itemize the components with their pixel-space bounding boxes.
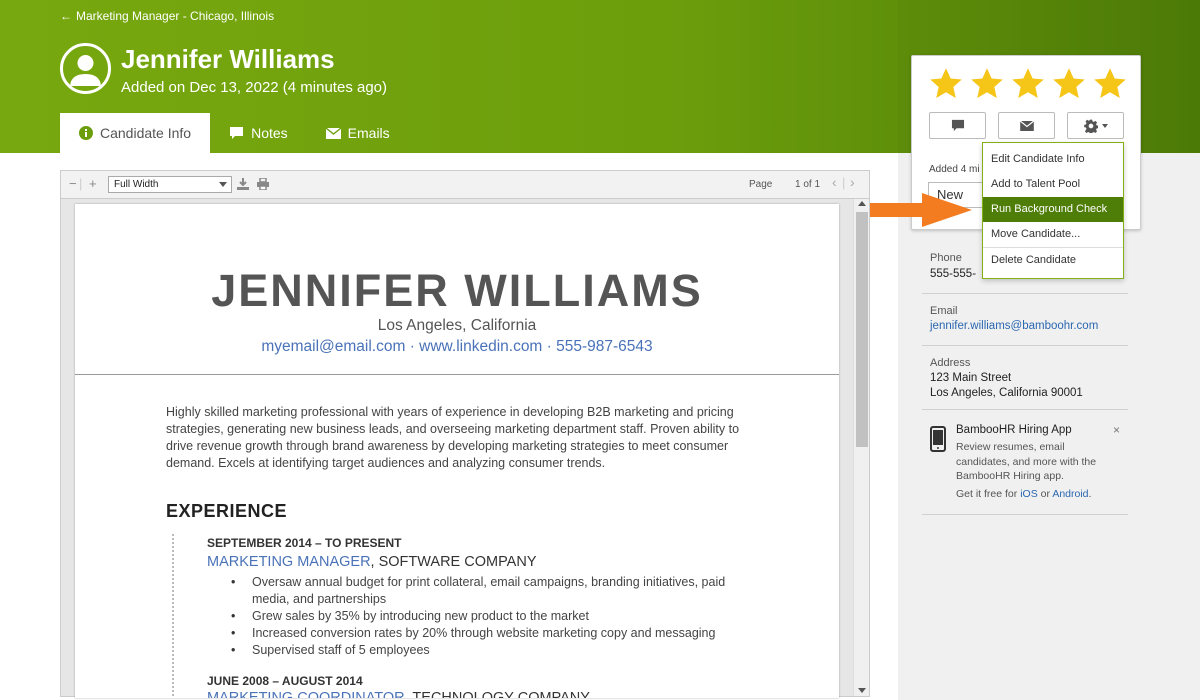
menu-add-to-talent-pool[interactable]: Add to Talent Pool: [983, 172, 1123, 197]
job-bullets: Oversaw annual budget for print collater…: [231, 574, 741, 659]
resume-name: JENNIFER WILLIAMS: [211, 265, 703, 316]
resume-divider: [75, 374, 839, 375]
address-label: Address: [930, 357, 971, 369]
tab-bar: Candidate Info Notes Emails: [60, 113, 409, 153]
list-item: Increased conversion rates by 20% throug…: [231, 625, 741, 642]
menu-edit-candidate-info[interactable]: Edit Candidate Info: [983, 147, 1123, 172]
job-company: , SOFTWARE COMPANY: [370, 554, 537, 570]
divider: [922, 293, 1128, 294]
zoom-out-icon[interactable]: −: [69, 177, 77, 190]
divider: [922, 409, 1128, 410]
resume-summary: Highly skilled marketing professional wi…: [166, 405, 740, 470]
settings-menu-button[interactable]: [1067, 112, 1124, 139]
address-line2: Los Angeles, California 90001: [930, 387, 1083, 399]
job-role: MARKETING COORDINATOR, TECHNOLOGY COMPAN…: [207, 690, 590, 698]
added-on: Added on Dec 13, 2022 (4 minutes ago): [121, 79, 388, 96]
menu-run-background-check[interactable]: Run Background Check: [983, 197, 1123, 222]
job-company: , TECHNOLOGY COMPANY: [404, 690, 590, 698]
email-label: Email: [930, 305, 958, 317]
scrollbar-thumb[interactable]: [856, 212, 868, 447]
star-icon[interactable]: [1051, 66, 1087, 102]
menu-delete-candidate[interactable]: Delete Candidate: [983, 248, 1123, 273]
star-icon[interactable]: [969, 66, 1005, 102]
promo-get-prefix: Get it free for: [956, 488, 1018, 500]
zoom-value: Full Width: [114, 179, 159, 190]
job-role: MARKETING MANAGER, SOFTWARE COMPANY: [207, 554, 537, 570]
send-email-button[interactable]: [998, 112, 1055, 139]
tab-emails[interactable]: Emails: [307, 113, 409, 153]
candidate-name: Jennifer Williams: [121, 44, 335, 74]
resume-contact: myemail@email.com · www.linkedin.com · 5…: [261, 338, 653, 355]
tab-label: Emails: [347, 125, 390, 141]
list-item: Oversaw annual budget for print collater…: [231, 574, 741, 608]
zoom-in-icon[interactable]: +: [89, 177, 97, 190]
tab-candidate-info[interactable]: Candidate Info: [60, 113, 211, 153]
tab-label: Candidate Info: [100, 125, 192, 141]
promo-get-line: Get it free for iOS or Android.: [956, 488, 1091, 500]
star-rating: [928, 66, 1128, 102]
promo-or: or: [1040, 488, 1050, 500]
email-link[interactable]: jennifer.williams@bamboohr.com: [930, 320, 1098, 332]
vertical-scrollbar[interactable]: [853, 199, 869, 696]
envelope-icon: [325, 127, 341, 139]
scroll-down-icon[interactable]: [858, 688, 866, 693]
toolbar-divider: |: [79, 176, 83, 191]
star-icon[interactable]: [1010, 66, 1046, 102]
timeline-line: [172, 534, 174, 698]
print-icon[interactable]: [257, 178, 269, 190]
close-icon[interactable]: ×: [1113, 423, 1120, 437]
job-title: MARKETING MANAGER: [207, 554, 371, 570]
divider: [922, 514, 1128, 515]
tab-notes[interactable]: Notes: [210, 113, 307, 153]
job-dates: SEPTEMBER 2014 – TO PRESENT: [207, 536, 402, 550]
speech-bubble-icon: [229, 126, 244, 140]
prev-page-icon[interactable]: ‹: [832, 175, 837, 189]
settings-dropdown-menu: Edit Candidate Info Add to Talent Pool R…: [982, 142, 1124, 279]
divider: [922, 345, 1128, 346]
resume-viewer: − | + Full Width Page 1 of 1 ‹ | › JENNI…: [60, 170, 870, 698]
phone-label: Phone: [930, 252, 962, 264]
download-icon[interactable]: [237, 178, 249, 190]
mobile-phone-icon: [930, 426, 946, 452]
android-link[interactable]: Android: [1052, 488, 1088, 500]
promo-description: Review resumes, email candidates, and mo…: [956, 441, 1097, 482]
back-link-label: Marketing Manager - Chicago, Illinois: [76, 9, 275, 23]
menu-move-candidate[interactable]: Move Candidate...: [983, 222, 1123, 247]
envelope-icon: [1019, 120, 1034, 131]
resume-location: Los Angeles, California: [377, 317, 537, 334]
back-to-job-link[interactable]: ← Marketing Manager - Chicago, Illinois: [60, 9, 274, 23]
phone-value: 555-555-: [930, 268, 977, 280]
star-icon[interactable]: [928, 66, 964, 102]
toolbar-divider: |: [842, 175, 846, 190]
promo-period: .: [1088, 488, 1092, 500]
added-small-text: Added 4 mi: [929, 164, 980, 175]
ios-link[interactable]: iOS: [1020, 488, 1038, 500]
chevron-down-icon: [219, 182, 227, 187]
job-dates: JUNE 2008 – AUGUST 2014: [207, 674, 363, 688]
list-item: Supervised staff of 5 employees: [231, 642, 741, 659]
scroll-up-icon[interactable]: [858, 201, 866, 206]
person-icon: [70, 55, 101, 86]
star-icon[interactable]: [1092, 66, 1128, 102]
speech-bubble-icon: [951, 119, 964, 132]
resume-page: JENNIFER WILLIAMS Los Angeles, Californi…: [75, 204, 839, 698]
page-label: Page: [749, 179, 773, 190]
promo-title: BambooHR Hiring App: [956, 424, 1072, 436]
info-icon: [79, 126, 93, 140]
next-page-icon[interactable]: ›: [850, 175, 855, 189]
viewer-toolbar: − | + Full Width Page 1 of 1 ‹ | ›: [61, 171, 869, 199]
caret-down-icon: [1101, 123, 1108, 128]
pointer-arrow-icon: [867, 193, 972, 227]
job-title: MARKETING COORDINATOR: [207, 690, 405, 698]
add-note-button[interactable]: [929, 112, 986, 139]
gear-icon: [1083, 119, 1098, 133]
tab-label: Notes: [251, 125, 288, 141]
back-arrow-icon: ←: [60, 9, 72, 23]
address-line1: 123 Main Street: [930, 372, 1012, 384]
avatar: [60, 43, 111, 94]
experience-heading: EXPERIENCE: [166, 501, 288, 521]
list-item: Grew sales by 35% by introducing new pro…: [231, 608, 741, 625]
page-count: 1 of 1: [795, 179, 821, 190]
zoom-select[interactable]: Full Width: [108, 176, 232, 193]
